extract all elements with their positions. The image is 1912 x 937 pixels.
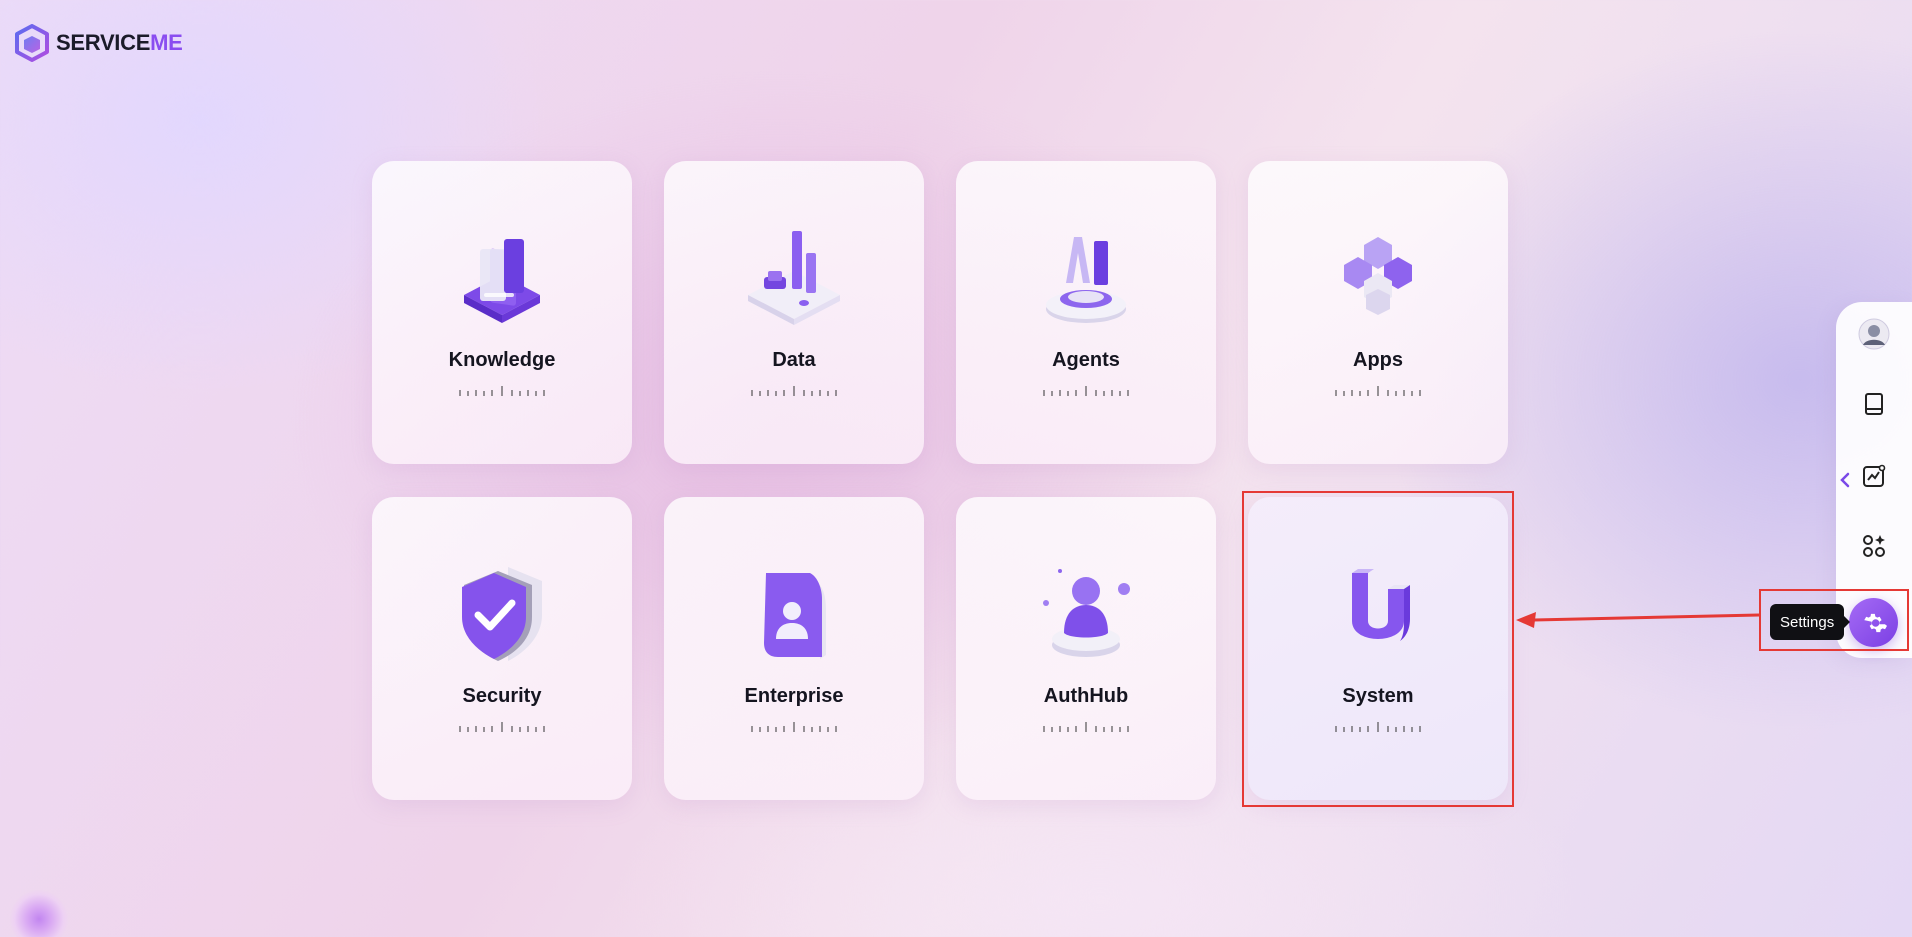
- module-card-security[interactable]: Security: [372, 497, 632, 800]
- analytics-icon: [1863, 464, 1886, 487]
- system-magnet-icon: [1352, 569, 1410, 641]
- module-label: Enterprise: [744, 685, 844, 707]
- module-grid: Knowledge Data Agents Apps Security Ente…: [372, 161, 1508, 800]
- apps-cubes-icon: [1344, 237, 1412, 315]
- module-label: Apps: [1353, 349, 1403, 371]
- ruler-ticks: [1335, 722, 1421, 732]
- dock-collapse-toggle[interactable]: [1836, 467, 1854, 493]
- ruler-ticks: [751, 722, 837, 732]
- module-label: Knowledge: [448, 349, 556, 371]
- enterprise-badge-icon: [764, 573, 826, 659]
- brand-name: SERVICEME: [56, 30, 183, 55]
- analytics-button[interactable]: [1858, 460, 1890, 492]
- ruler-ticks: [1043, 386, 1129, 396]
- avatar[interactable]: [1858, 318, 1890, 350]
- ruler-ticks: [1335, 386, 1421, 396]
- security-shield-icon: [462, 567, 542, 661]
- module-card-knowledge[interactable]: Knowledge: [372, 161, 632, 464]
- module-label: Data: [772, 349, 816, 371]
- settings-highlight: [1759, 589, 1909, 651]
- module-label: Agents: [1052, 349, 1120, 371]
- module-card-data[interactable]: Data: [664, 161, 924, 464]
- ruler-ticks: [1043, 722, 1129, 732]
- data-chart-icon: [748, 231, 840, 325]
- module-label: AuthHub: [1043, 685, 1129, 707]
- apps-grid-button[interactable]: [1858, 530, 1890, 562]
- module-card-enterprise[interactable]: Enterprise: [664, 497, 924, 800]
- chevron-left-icon: [1840, 472, 1850, 488]
- authhub-user-icon: [1043, 569, 1130, 657]
- ruler-ticks: [751, 386, 837, 396]
- module-label: System: [1342, 685, 1414, 707]
- module-card-apps[interactable]: Apps: [1248, 161, 1508, 464]
- ruler-ticks: [459, 722, 545, 732]
- knowledge-books-icon: [464, 239, 540, 323]
- module-card-agents[interactable]: Agents: [956, 161, 1216, 464]
- module-label: Security: [462, 685, 542, 707]
- brand-logo[interactable]: SERVICEME: [14, 24, 183, 62]
- user-avatar-icon: [1858, 318, 1890, 350]
- ruler-ticks: [459, 386, 545, 396]
- agents-ai-icon: [1046, 237, 1126, 323]
- logo-cube-icon: [15, 24, 49, 62]
- module-card-system[interactable]: System: [1248, 497, 1508, 800]
- annotation-arrow: [1516, 612, 1760, 628]
- module-card-authhub[interactable]: AuthHub: [956, 497, 1216, 800]
- notebook-button[interactable]: [1858, 388, 1890, 420]
- assistant-orb[interactable]: [10, 890, 68, 937]
- apps-grid-icon: [1863, 535, 1885, 557]
- notebook-icon: [1865, 393, 1883, 415]
